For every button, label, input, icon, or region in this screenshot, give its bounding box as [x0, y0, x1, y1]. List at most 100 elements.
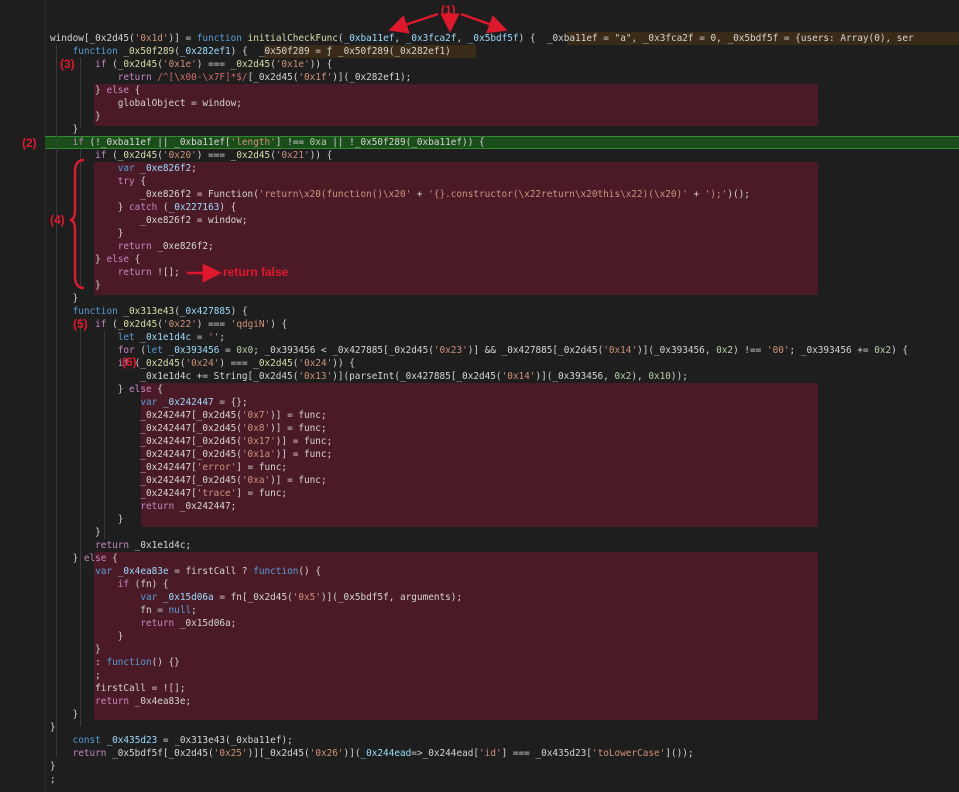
code-token: fn = — [50, 605, 169, 616]
code-line: } — [50, 513, 124, 526]
code-token: _0x5bdf5f[_0x2d45( — [106, 748, 214, 759]
code-line: } — [50, 110, 101, 123]
code-token: } — [50, 85, 107, 96]
code-token: ; _0x393456 < _0x427885[_0x2d45( — [253, 345, 434, 356]
code-line: try { — [50, 175, 146, 188]
code-line: _0x242447['error'] = func; — [50, 461, 287, 474]
code-line: _0x242447[_0x2d45('0xa')] = func; — [50, 474, 326, 487]
code-token: '0x13' — [298, 371, 333, 382]
code-token: 'toLowerCase' — [591, 748, 666, 759]
code-token: ');' — [704, 189, 728, 200]
code-token: '0x8' — [241, 423, 271, 434]
code-token: ( — [157, 202, 169, 213]
code-token: { — [129, 254, 141, 265]
code-token: 0xa — [309, 137, 327, 148]
code-token: ( — [106, 150, 118, 161]
code-token: '0x24' — [185, 358, 220, 369]
code-token: = _0x313e43(_0xba11ef); — [157, 735, 293, 746]
code-token: 'id' — [479, 748, 502, 759]
code-token: function — [196, 33, 242, 44]
code-token: ] = func; — [236, 488, 288, 499]
code-token: _0x227163 — [168, 202, 220, 213]
code-token: _0x2d45 — [117, 319, 158, 330]
code-token: if — [117, 579, 130, 590]
code-line: : function() {} — [50, 656, 180, 669]
code-token: )] = func; — [275, 449, 333, 460]
code-line: } — [50, 630, 124, 643]
code-token: _0x242447[_0x2d45( — [50, 475, 242, 486]
code-token: '0x1e' — [162, 59, 197, 70]
code-token: var — [140, 592, 158, 603]
code-line: return _0x1e1d4c; — [50, 539, 191, 552]
code-line: const _0x435d23 = _0x313e43(_0xba11ef); — [50, 734, 293, 747]
code-token: return — [140, 501, 175, 512]
code-token: '0x23' — [433, 345, 468, 356]
code-token: _0x435d23 — [106, 735, 158, 746]
code-token: , — [394, 33, 406, 44]
code-editor[interactable]: window[_0x2d45('0x1d')] = function initi… — [0, 0, 959, 792]
return-false-annotation: return false — [223, 265, 289, 279]
code-token: ] === _0x435d23[ — [501, 748, 592, 759]
code-line: var _0x4ea83e = firstCall ? function() { — [50, 565, 321, 578]
code-token: { — [106, 553, 118, 564]
code-line: if (!_0xba11ef || _0xba11ef['length'] !=… — [50, 136, 485, 149]
code-token: '0x21' — [275, 150, 310, 161]
code-token: 'trace' — [196, 488, 237, 499]
code-token: if — [95, 150, 107, 161]
code-token: )]( — [343, 748, 361, 759]
code-token: _0x15d06a; — [174, 618, 237, 629]
code-token: '00' — [766, 345, 790, 356]
code-token: _0x50f289 — [123, 46, 175, 57]
annotation-marker-6: (6) — [122, 355, 137, 369]
code-token: { — [129, 85, 141, 96]
code-token: } — [50, 293, 79, 304]
code-token: return — [72, 748, 107, 759]
code-line: firstCall = ![]; — [50, 682, 185, 695]
code-token: return — [117, 241, 152, 252]
code-token: )] = func; — [270, 423, 327, 434]
code-token: )); — [670, 371, 688, 382]
code-token: _0x282ef1 — [179, 46, 231, 57]
code-token: _0x2d45 — [230, 150, 271, 161]
code-token: )] = func; — [270, 410, 327, 421]
code-token: _0x242447[ — [50, 488, 197, 499]
code-token: _0xe826f2 = window; — [50, 215, 248, 226]
code-token: let — [117, 332, 135, 343]
code-token: 0x2 — [614, 371, 632, 382]
code-token: = firstCall ? — [168, 566, 254, 577]
code-token: 0x2 — [716, 345, 734, 356]
code-token: _0x242447[_0x2d45( — [50, 410, 242, 421]
code-token: + — [411, 189, 429, 200]
code-token: ) === — [219, 358, 254, 369]
code-token: else — [129, 384, 152, 395]
code-token: function — [253, 566, 299, 577]
code-line: var _0x15d06a = fn[_0x2d45('0x5')](_0x5b… — [50, 591, 462, 604]
code-token: _0x2d45 — [140, 358, 180, 369]
code-token: ( — [106, 319, 118, 330]
code-token: null — [168, 605, 192, 616]
code-line: var _0xe826f2; — [50, 162, 197, 175]
code-token: var — [140, 397, 158, 408]
code-line: _0x242447[_0x2d45('0x7')] = func; — [50, 409, 327, 422]
code-token: )](_0x5bdf5f, arguments); — [320, 592, 463, 603]
code-token: ) === — [196, 150, 231, 161]
code-line: _0x242447[_0x2d45('0x1a')] = func; — [50, 448, 332, 461]
code-line: window[_0x2d45('0x1d')] = function initi… — [50, 32, 914, 45]
code-token: : — [50, 657, 107, 668]
code-token: _0x242447[_0x2d45( — [50, 449, 242, 460]
code-token: '0x25' — [213, 748, 248, 759]
code-token: _0x242447[_0x2d45( — [50, 423, 242, 434]
code-token: || !_0x50f289(_0xba11ef)) { — [326, 137, 485, 148]
code-token: ) === — [196, 59, 231, 70]
code-token: = {}; — [213, 397, 248, 408]
code-token: _0x1e1d4c; — [129, 540, 192, 551]
